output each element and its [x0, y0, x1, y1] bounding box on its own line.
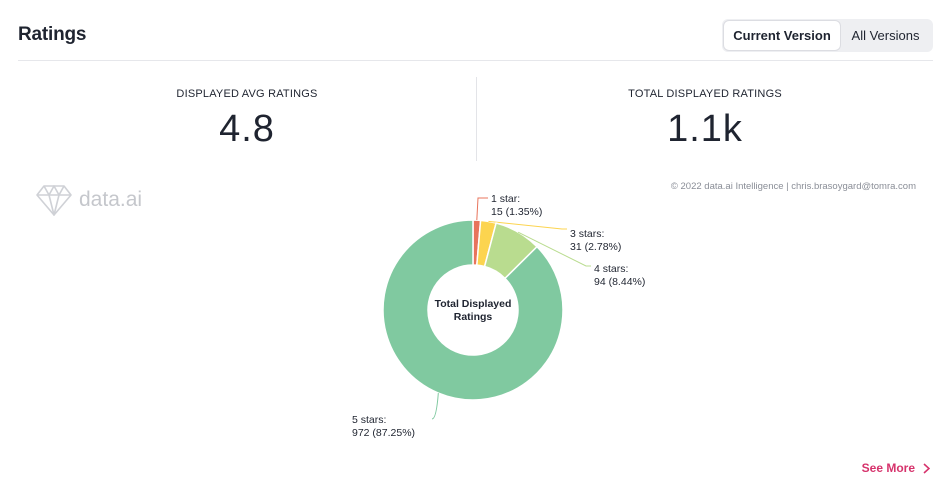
- see-more-label: See More: [861, 461, 915, 475]
- center-label-line-2: Ratings: [454, 311, 493, 323]
- slice-label-3-stars: 3 stars:: [570, 228, 604, 240]
- ratings-donut-chart: 1 star:15 (1.35%) 3 stars:31 (2.78%) 4 sta…: [352, 193, 645, 439]
- slice-value-1-star: 15 (1.35%): [491, 206, 542, 218]
- slice-value-4-stars: 94 (8.44%): [594, 276, 645, 288]
- leader-line-5-stars: [431, 393, 439, 420]
- see-more-link[interactable]: See More: [862, 461, 930, 475]
- slice-label-5-stars: 5 stars:: [352, 414, 386, 426]
- center-label-line-1: Total Displayed: [435, 298, 512, 310]
- slice-label-4-stars: 4 stars:: [594, 263, 628, 275]
- slice-value-3-stars: 31 (2.78%): [570, 241, 621, 253]
- chevron-right-icon: [923, 462, 930, 474]
- slice-label-1-star: 1 star:: [491, 193, 520, 205]
- slice-5-stars[interactable]: [382, 219, 564, 401]
- leader-line-1-star: [476, 197, 488, 221]
- slice-value-5-stars: 972 (87.25%): [352, 427, 415, 439]
